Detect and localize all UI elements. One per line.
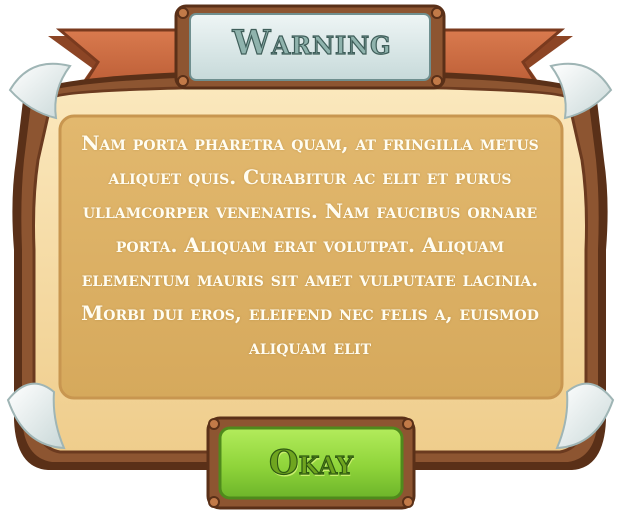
warning-dialog: Warning Nam porta pharetra quam, at frin…	[0, 0, 621, 516]
okay-button[interactable]	[212, 420, 410, 504]
dialog-title: Warning	[232, 22, 392, 63]
dialog-message: Nam porta pharetra quam, at fringilla me…	[81, 131, 539, 359]
